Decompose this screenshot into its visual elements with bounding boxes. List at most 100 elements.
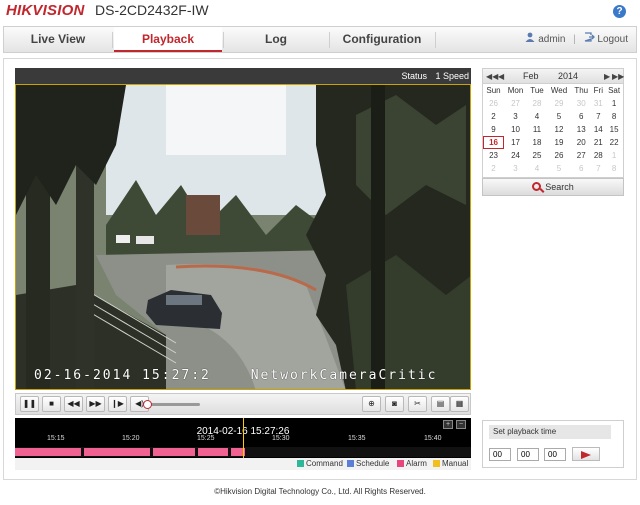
- calendar-day[interactable]: 2: [483, 162, 504, 175]
- calendar-day[interactable]: 5: [547, 110, 571, 123]
- timeline-tick: 15:40: [424, 435, 442, 442]
- legend-manual: Manual: [433, 458, 468, 470]
- video-playback-window[interactable]: 02-16-2014 15:27:2 NetworkCameraCritic: [15, 84, 471, 390]
- timeline-cursor[interactable]: [243, 418, 244, 458]
- download-icon[interactable]: ▤: [431, 396, 450, 412]
- search-button[interactable]: Search: [482, 178, 624, 196]
- prev-year-icon[interactable]: ◀◀: [486, 69, 498, 84]
- calendar-day[interactable]: 28: [527, 97, 547, 110]
- calendar-day[interactable]: 27: [504, 97, 527, 110]
- calendar-day[interactable]: 22: [605, 136, 623, 149]
- download-all-icon[interactable]: ▦: [450, 396, 469, 412]
- calendar-day[interactable]: 21: [591, 136, 605, 149]
- recording-segment: [198, 448, 228, 456]
- next-month-icon[interactable]: ▶: [604, 69, 610, 84]
- calendar-day[interactable]: 5: [547, 162, 571, 175]
- device-model: DS-2CD2432F-IW: [95, 2, 209, 18]
- calendar-day[interactable]: 31: [591, 97, 605, 110]
- pause-button[interactable]: ❚❚: [20, 396, 39, 412]
- hour-field[interactable]: [489, 448, 511, 461]
- calendar-month[interactable]: Feb: [523, 69, 539, 84]
- weekday-label: Mon: [507, 86, 524, 95]
- tab-divider: [112, 32, 113, 48]
- user-separator: |: [573, 34, 576, 45]
- calendar-day[interactable]: 6: [571, 162, 591, 175]
- calendar-day[interactable]: 1: [605, 97, 623, 110]
- calendar-day[interactable]: 15: [605, 123, 623, 136]
- calendar-day[interactable]: 6: [571, 110, 591, 123]
- calendar-year[interactable]: 2014: [558, 69, 578, 84]
- main-nav: Live View Playback Log Configuration adm…: [3, 26, 637, 53]
- calendar-day[interactable]: 25: [527, 149, 547, 162]
- calendar-day[interactable]: 3: [504, 110, 527, 123]
- timeline-tick: 15:20: [122, 435, 140, 442]
- user-icon: [525, 32, 538, 45]
- second-field[interactable]: [544, 448, 566, 461]
- calendar-day[interactable]: 1: [605, 149, 623, 162]
- hikvision-logo: HIKVISION: [6, 2, 85, 19]
- calendar-day[interactable]: 7: [591, 162, 605, 175]
- tab-live-view[interactable]: Live View: [4, 27, 112, 52]
- calendar-day[interactable]: 4: [527, 162, 547, 175]
- slow-down-button[interactable]: ◀◀: [64, 396, 83, 412]
- go-to-time-arrow-icon[interactable]: [572, 447, 600, 461]
- calendar-day[interactable]: 2: [483, 110, 504, 123]
- timeline-tick: 15:25: [197, 435, 215, 442]
- calendar-day[interactable]: 3: [504, 162, 527, 175]
- calendar-day-selected[interactable]: 16: [483, 136, 505, 149]
- logout-link[interactable]: Logout: [597, 34, 628, 45]
- volume-slider[interactable]: [143, 400, 200, 409]
- calendar-day[interactable]: 20: [571, 136, 591, 149]
- calendar-day[interactable]: 4: [527, 110, 547, 123]
- calendar-day[interactable]: 12: [547, 123, 571, 136]
- speed-value: 1 Speed: [435, 71, 469, 81]
- calendar-day[interactable]: 14: [591, 123, 605, 136]
- frame-forward-button[interactable]: ❙▶: [108, 396, 127, 412]
- help-icon[interactable]: ?: [613, 5, 626, 18]
- calendar-day[interactable]: 26: [547, 149, 571, 162]
- calendar-day[interactable]: 9: [483, 123, 504, 136]
- username[interactable]: admin: [538, 34, 565, 45]
- user-area: admin | Logout: [525, 27, 628, 52]
- osd-time: 02-16-2014 15:27:2: [34, 368, 211, 383]
- minute-field[interactable]: [517, 448, 539, 461]
- stop-button[interactable]: ■: [42, 396, 61, 412]
- calendar-day[interactable]: 26: [483, 97, 504, 110]
- calendar-day[interactable]: 29: [547, 97, 571, 110]
- tab-configuration[interactable]: Configuration: [330, 27, 434, 52]
- calendar-day[interactable]: 13: [571, 123, 591, 136]
- calendar-day[interactable]: 8: [605, 162, 623, 175]
- prev-month-icon[interactable]: ◀: [498, 69, 504, 84]
- clip-scissors-icon[interactable]: ✂: [408, 396, 427, 412]
- camera-scene-image: [16, 85, 470, 389]
- tab-log[interactable]: Log: [224, 27, 328, 52]
- timeline-tick: 15:35: [348, 435, 366, 442]
- weekday-label: Fri: [593, 86, 603, 95]
- video-osd-timestamp: 02-16-2014 15:27:2 NetworkCameraCritic: [34, 368, 437, 383]
- next-year-icon[interactable]: ▶▶: [612, 69, 624, 84]
- calendar-header: ◀◀ ◀ Feb 2014 ▶ ▶▶: [483, 69, 624, 84]
- calendar-day[interactable]: 10: [504, 123, 527, 136]
- recording-segment: [15, 448, 81, 456]
- volume-slider-knob[interactable]: [143, 400, 152, 409]
- weekday-label: Thu: [574, 86, 589, 95]
- tab-playback[interactable]: Playback: [114, 27, 222, 52]
- calendar-day[interactable]: 7: [591, 110, 605, 123]
- digital-zoom-icon[interactable]: ⊕: [362, 396, 381, 412]
- calendar-day[interactable]: 18: [527, 136, 547, 149]
- calendar-day[interactable]: 24: [504, 149, 527, 162]
- calendar-day[interactable]: 19: [547, 136, 571, 149]
- calendar-day[interactable]: 8: [605, 110, 623, 123]
- calendar-day[interactable]: 23: [483, 149, 504, 162]
- calendar-day[interactable]: 28: [591, 149, 605, 162]
- timeline-bar[interactable]: + − 2014-02-16 15:27:26 15:15 15:20 15:2…: [15, 418, 471, 470]
- calendar-day[interactable]: 30: [571, 97, 591, 110]
- weekday-label: Wed: [550, 86, 568, 95]
- speed-up-button[interactable]: ▶▶: [86, 396, 105, 412]
- capture-camera-icon[interactable]: ◙: [385, 396, 404, 412]
- calendar-day[interactable]: 27: [571, 149, 591, 162]
- calendar-day[interactable]: 11: [527, 123, 547, 136]
- calendar-day[interactable]: 17: [504, 136, 527, 149]
- search-icon: [532, 182, 542, 191]
- timeline-tick: 15:15: [47, 435, 65, 442]
